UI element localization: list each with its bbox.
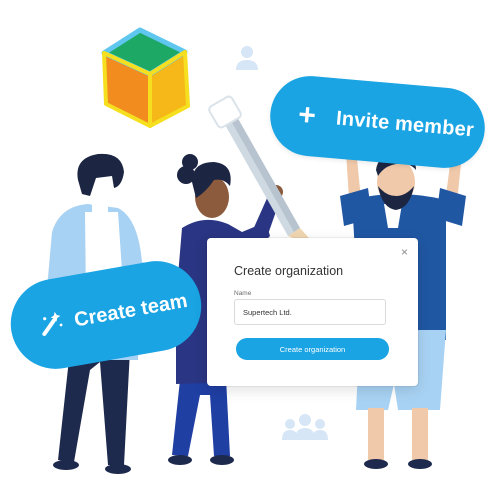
create-organization-button[interactable]: Create organization bbox=[236, 338, 389, 360]
invite-member-label: Invite member bbox=[335, 106, 475, 141]
illustration-scene: + Invite member Create team × Create org… bbox=[0, 0, 500, 500]
plus-icon: + bbox=[296, 98, 318, 133]
create-organization-dialog: × Create organization Name Create organi… bbox=[207, 238, 418, 386]
name-field-label: Name bbox=[234, 290, 252, 297]
close-icon[interactable]: × bbox=[401, 246, 408, 258]
create-team-label: Create team bbox=[72, 289, 190, 331]
cube-logo-icon bbox=[101, 27, 190, 128]
user-icon bbox=[236, 46, 258, 70]
organization-name-input[interactable] bbox=[234, 299, 386, 325]
magic-wand-icon bbox=[42, 311, 63, 336]
dialog-title: Create organization bbox=[234, 264, 344, 278]
group-icon bbox=[282, 414, 328, 440]
